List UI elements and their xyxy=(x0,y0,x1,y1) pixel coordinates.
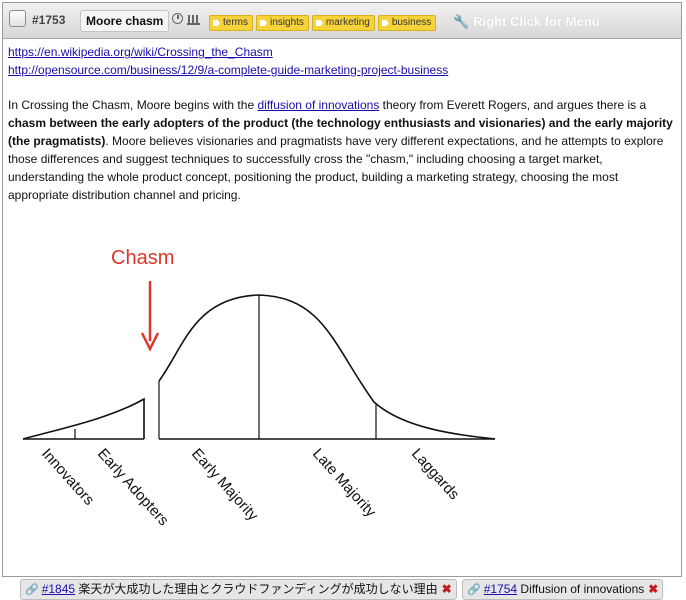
backlinks-bar: 🔗 #1845 楽天が大成功した理由とクラウドファンディングが成功しない理由 ✖ 🔗… xyxy=(0,578,686,600)
remove-icon[interactable]: ✖ xyxy=(648,580,658,599)
remove-icon[interactable]: ✖ xyxy=(442,580,452,599)
text-part: In Crossing the Chasm, Moore begins with… xyxy=(8,98,258,112)
link-diffusion-of-innovations[interactable]: diffusion of innovations xyxy=(257,98,379,112)
tag-list: terms insights marketing business xyxy=(209,15,437,31)
tag-terms[interactable]: terms xyxy=(209,15,253,31)
chasm-diagram: Chasm Innovators Early Adopters Early Ma… xyxy=(22,247,496,529)
segment-label-late-majority: Late Majority xyxy=(309,445,379,521)
tag-icon xyxy=(381,20,389,26)
tag-label: terms xyxy=(223,17,248,28)
link-icon: 🔗 xyxy=(25,584,39,596)
backlink-1845[interactable]: 🔗 #1845 楽天が大成功した理由とクラウドファンディングが成功しない理由 ✖ xyxy=(20,579,457,600)
text-part: . Moore believes visionaries and pragmat… xyxy=(8,134,664,202)
backlink-1754[interactable]: 🔗 #1754 Diffusion of innovations ✖ xyxy=(462,579,664,600)
note-window: #1753 Moore chasm terms insights marketi… xyxy=(2,2,682,577)
menu-hint-label: Right Click for Menu xyxy=(473,14,600,29)
tag-icon xyxy=(213,20,220,26)
backlink-title: Diffusion of innovations xyxy=(520,582,645,596)
note-header: #1753 Moore chasm terms insights marketi… xyxy=(3,3,681,39)
note-title[interactable]: Moore chasm xyxy=(80,10,170,32)
note-id: #1753 xyxy=(32,13,66,27)
curve-right xyxy=(158,294,496,440)
backlink-id[interactable]: #1754 xyxy=(484,582,517,596)
segment-label-laggards: Laggards xyxy=(408,445,462,503)
segment-label-innovators: Innovators xyxy=(38,445,98,508)
segment-label-early-majority: Early Majority xyxy=(188,445,262,524)
text-part: theory from Everett Rogers, and argues t… xyxy=(379,98,647,112)
segment-label-early-adopters: Early Adopters xyxy=(94,445,172,529)
description-paragraph: In Crossing the Chasm, Moore begins with… xyxy=(8,96,676,204)
wrench-icon: 🔧 xyxy=(453,14,470,29)
select-checkbox[interactable] xyxy=(9,10,26,27)
tag-label: insights xyxy=(270,17,304,28)
chasm-label: Chasm xyxy=(111,247,174,269)
tag-icon xyxy=(260,20,267,26)
tag-marketing[interactable]: marketing xyxy=(311,15,375,31)
clock-icon[interactable] xyxy=(172,13,183,24)
tag-icon xyxy=(315,20,323,26)
link-wikipedia[interactable]: https://en.wikipedia.org/wiki/Crossing_t… xyxy=(8,45,273,59)
link-list: https://en.wikipedia.org/wiki/Crossing_t… xyxy=(8,43,676,79)
curve-left xyxy=(22,397,145,440)
backlink-title: 楽天が大成功した理由とクラウドファンディングが成功しない理由 xyxy=(78,582,438,596)
stack-icon[interactable] xyxy=(187,12,201,26)
tag-insights[interactable]: insights xyxy=(256,15,309,31)
link-opensource[interactable]: http://opensource.com/business/12/9/a-co… xyxy=(8,63,448,77)
context-menu-hint[interactable]: 🔧 Right Click for Menu xyxy=(453,14,600,30)
tag-label: business xyxy=(391,17,432,28)
tag-label: marketing xyxy=(325,17,370,28)
tag-business[interactable]: business xyxy=(377,15,437,31)
backlink-id[interactable]: #1845 xyxy=(42,582,75,596)
link-icon: 🔗 xyxy=(467,584,481,596)
note-body: https://en.wikipedia.org/wiki/Crossing_t… xyxy=(8,43,676,204)
